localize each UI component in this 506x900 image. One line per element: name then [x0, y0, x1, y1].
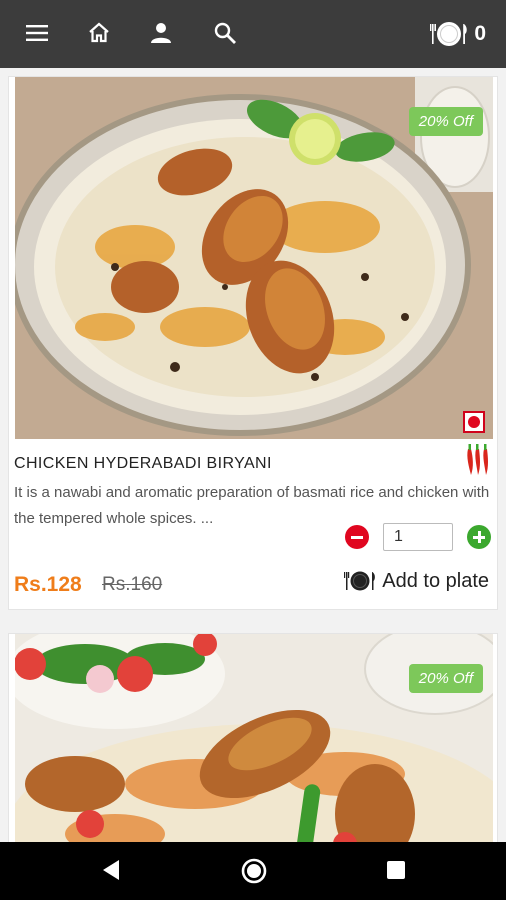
item-old-price: Rs.160: [102, 574, 163, 595]
item-title[interactable]: CHICKEN HYDERABADI BIRYANI: [14, 455, 272, 473]
discount-badge: 20% Off: [408, 107, 483, 136]
menu-item-card: 20% Off CHICKEN HYDERABADI BIRYANI It is…: [8, 76, 498, 610]
food-image: 20% Off: [15, 634, 493, 842]
home-icon[interactable]: [86, 20, 112, 46]
plate-count: 0: [474, 22, 486, 45]
add-to-plate-button[interactable]: Add to plate: [344, 569, 489, 593]
system-navigation-bar: [0, 842, 506, 900]
app-toolbar: 0: [0, 0, 506, 68]
discount-badge: 20% Off: [408, 664, 483, 693]
quantity-input[interactable]: [383, 523, 453, 551]
item-price: Rs.128: [14, 573, 82, 596]
food-image: 20% Off: [15, 77, 493, 439]
search-icon[interactable]: [212, 20, 238, 46]
add-to-plate-label: Add to plate: [382, 569, 489, 592]
increase-quantity-button[interactable]: [467, 525, 491, 549]
decrease-quantity-button[interactable]: [345, 525, 369, 549]
cart-plate[interactable]: 0: [430, 19, 486, 49]
back-icon[interactable]: [100, 858, 122, 887]
non-veg-indicator: [463, 411, 485, 433]
plate-icon: [430, 22, 468, 46]
menu-list[interactable]: 20% Off CHICKEN HYDERABADI BIRYANI It is…: [0, 68, 506, 842]
home-circle-icon[interactable]: [240, 857, 268, 890]
user-icon[interactable]: [148, 20, 174, 46]
hamburger-icon[interactable]: [24, 20, 50, 46]
quantity-stepper: [345, 523, 491, 551]
plate-icon: [344, 571, 376, 591]
recents-icon[interactable]: [386, 860, 406, 885]
chili-icon: [465, 443, 491, 482]
menu-item-card: 20% Off: [8, 633, 498, 842]
